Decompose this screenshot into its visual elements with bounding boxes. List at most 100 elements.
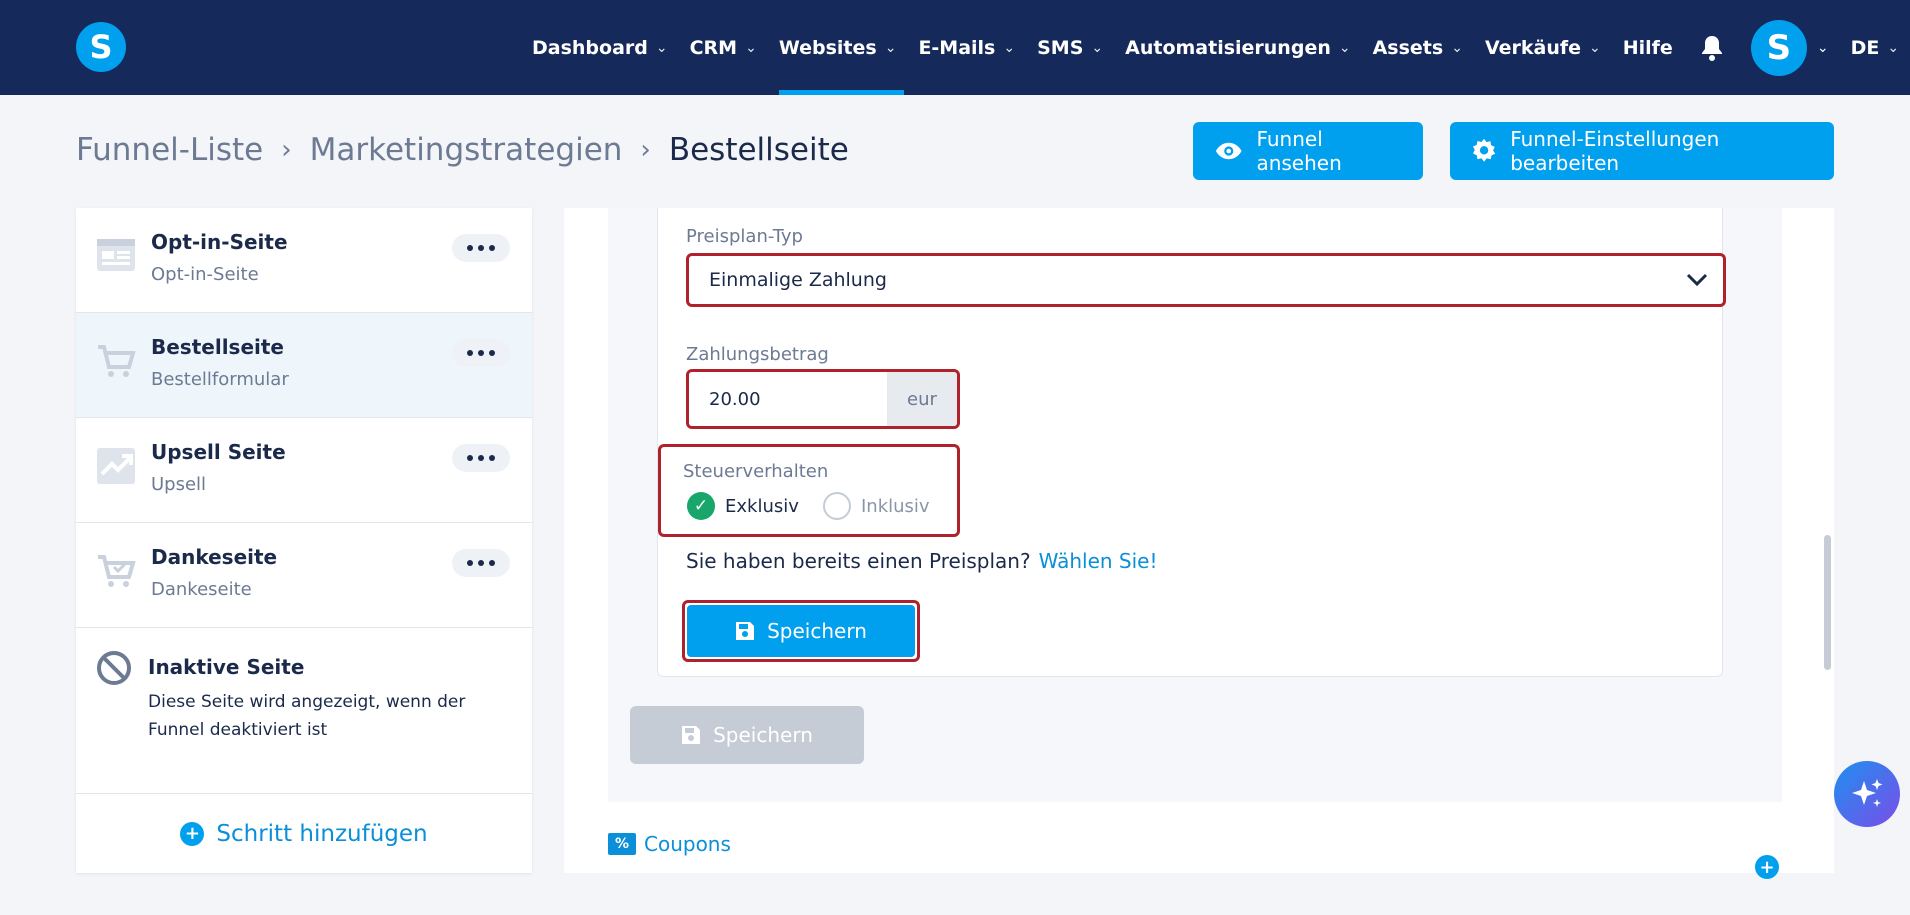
currency-addon: eur	[887, 372, 957, 426]
plan-type-select[interactable]: Einmalige Zahlung	[686, 253, 1726, 307]
chevron-right-icon: ›	[640, 135, 651, 165]
coupons-section-toggle[interactable]: % Coupons	[608, 832, 731, 856]
scrollbar[interactable]	[1824, 535, 1831, 670]
nav-item-label: Automatisierungen	[1125, 36, 1331, 59]
step-subtitle: Bestellformular	[151, 369, 289, 390]
nav-item-label: Dashboard	[532, 36, 648, 59]
funnel-steps-sidebar: Opt-in-Seite Opt-in-Seite Bestellseite B…	[76, 208, 532, 873]
step-thank-you-page[interactable]: Dankeseite Dankeseite	[76, 523, 532, 628]
bell-icon[interactable]	[1699, 34, 1725, 62]
existing-plan-prompt: Sie haben bereits einen Preisplan? Wählen…	[686, 549, 1158, 573]
add-step-button[interactable]: + Schritt hinzufügen	[76, 793, 532, 873]
eye-icon	[1215, 142, 1242, 160]
more-options-button[interactable]	[452, 549, 510, 577]
app-logo[interactable]: S	[76, 22, 126, 72]
top-navbar: S Dashboard ⌄ CRM ⌄ Websites ⌄ E-Mails ⌄ SMS…	[0, 0, 1910, 95]
nav-item-label: Websites	[778, 36, 877, 59]
nav-item-crm[interactable]: CRM ⌄	[690, 0, 757, 95]
add-coupon-button[interactable]: +	[1755, 855, 1779, 879]
chevron-down-icon: ⌄	[655, 39, 668, 56]
chevron-down-icon: ⌄	[1887, 39, 1900, 56]
step-title: Opt-in-Seite	[151, 230, 288, 254]
plan-type-value: Einmalige Zahlung	[709, 269, 887, 291]
step-editor-panel	[564, 208, 1834, 873]
gear-icon	[1472, 138, 1496, 162]
breadcrumb: Funnel-Liste › Marketingstrategien › Bes…	[76, 132, 849, 168]
step-title: Dankeseite	[151, 545, 278, 569]
coupons-label: Coupons	[644, 832, 731, 856]
nav-item-label: SMS	[1037, 36, 1084, 59]
edit-funnel-settings-button[interactable]: Funnel-Einstellungen bearbeiten	[1450, 122, 1834, 180]
upsell-chart-icon	[97, 448, 135, 484]
chevron-down-icon: ⌄	[1451, 39, 1463, 56]
tax-behavior-label: Steuerverhalten	[683, 461, 829, 482]
step-optin-page[interactable]: Opt-in-Seite Opt-in-Seite	[76, 208, 532, 313]
save-label: Speichern	[713, 723, 813, 747]
cart-icon	[98, 345, 136, 377]
step-title: Upsell Seite	[151, 440, 286, 464]
amount-input[interactable]	[689, 372, 887, 426]
step-subtitle: Opt-in-Seite	[151, 264, 259, 285]
plus-circle-icon: +	[180, 821, 205, 846]
chevron-down-icon: ⌄	[745, 39, 757, 56]
save-step-button-disabled[interactable]: Speichern	[630, 706, 864, 764]
inactive-page-step[interactable]: Inaktive Seite Diese Seite wird angezeig…	[76, 630, 532, 780]
tax-inclusive-radio[interactable]: Inklusiv	[823, 492, 930, 520]
save-price-plan-button[interactable]: Speichern	[687, 605, 915, 657]
nav-item-automations[interactable]: Automatisierungen ⌄	[1125, 0, 1350, 95]
amount-field: eur	[686, 369, 960, 429]
nav-item-sms[interactable]: SMS ⌄	[1037, 0, 1103, 95]
more-options-button[interactable]	[452, 234, 510, 262]
nav-item-assets[interactable]: Assets ⌄	[1373, 0, 1463, 95]
nav-item-dashboard[interactable]: Dashboard ⌄	[532, 0, 668, 95]
chevron-down-icon: ⌄	[884, 39, 897, 56]
view-funnel-label: Funnel ansehen	[1256, 127, 1342, 175]
amount-label: Zahlungsbetrag	[686, 344, 829, 365]
chevron-down-icon[interactable]: ⌄	[1817, 40, 1829, 56]
nav-item-websites[interactable]: Websites ⌄	[778, 0, 905, 95]
nav-item-help[interactable]: Hilfe	[1623, 0, 1673, 95]
nav-item-label: Verkäufe	[1484, 36, 1581, 59]
step-subtitle: Upsell	[151, 474, 207, 495]
save-icon	[682, 726, 701, 744]
language-label: DE	[1850, 36, 1880, 59]
step-upsell-page[interactable]: Upsell Seite Upsell	[76, 418, 532, 523]
view-funnel-button[interactable]: Funnel ansehen	[1193, 122, 1423, 180]
avatar[interactable]: S	[1750, 19, 1807, 76]
plan-type-label: Preisplan-Typ	[686, 226, 803, 247]
radio-label: Exklusiv	[725, 495, 799, 517]
optin-page-icon	[97, 239, 135, 271]
tax-behavior-group: Steuerverhalten ✓ Exklusiv Inklusiv	[658, 444, 960, 537]
chevron-down-icon: ⌄	[1003, 39, 1016, 56]
more-options-button[interactable]	[452, 444, 510, 472]
nav-item-label: CRM	[689, 36, 738, 59]
existing-plan-text: Sie haben bereits einen Preisplan?	[686, 549, 1031, 573]
chevron-down-icon: ⌄	[1091, 39, 1104, 56]
breadcrumb-funnel-list[interactable]: Funnel-Liste	[76, 132, 263, 168]
step-title: Bestellseite	[151, 335, 284, 359]
page-title: Bestellseite	[668, 132, 849, 168]
ai-assistant-button[interactable]	[1834, 761, 1900, 827]
chevron-down-icon: ⌄	[1589, 39, 1601, 56]
chevron-right-icon: ›	[281, 135, 292, 165]
coupon-icon: %	[608, 833, 636, 855]
nav-item-emails[interactable]: E-Mails ⌄	[918, 0, 1015, 95]
sparkles-icon	[1852, 779, 1883, 807]
step-order-page[interactable]: Bestellseite Bestellformular	[76, 313, 532, 418]
save-label: Speichern	[767, 619, 867, 643]
chevron-down-icon: ⌄	[1338, 39, 1351, 56]
main-menu: Dashboard ⌄ CRM ⌄ Websites ⌄ E-Mails ⌄ SMS ⌄ …	[532, 0, 1910, 95]
breadcrumb-funnel[interactable]: Marketingstrategien	[310, 132, 623, 168]
choose-plan-link[interactable]: Wählen Sie!	[1039, 549, 1158, 573]
nav-item-label: E-Mails	[918, 36, 996, 59]
save-icon	[736, 622, 755, 640]
language-switcher[interactable]: DE ⌄	[1851, 0, 1900, 95]
tax-exclusive-radio[interactable]: ✓ Exklusiv	[687, 492, 799, 520]
nav-item-sales[interactable]: Verkäufe ⌄	[1485, 0, 1601, 95]
ban-icon	[97, 651, 131, 685]
cart-check-icon	[98, 555, 136, 587]
chevron-down-icon	[1686, 273, 1708, 287]
more-options-button[interactable]	[452, 339, 510, 367]
radio-circle-icon	[823, 492, 851, 520]
inactive-page-description: Diese Seite wird angezeigt, wenn der Fun…	[148, 692, 466, 740]
